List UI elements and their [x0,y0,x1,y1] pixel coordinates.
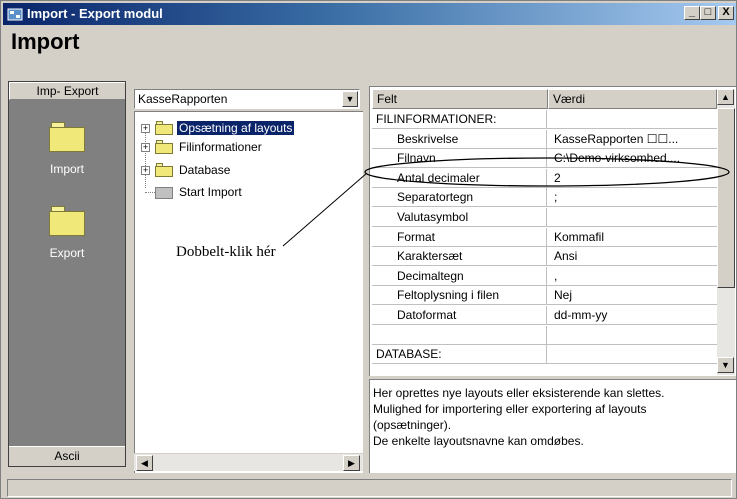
grid-cell-field: Decimaltegn [372,266,547,286]
scroll-right-icon[interactable]: ▶ [343,455,360,471]
status-bar [7,479,732,497]
grid-cell-field: Antal decimaler [372,168,547,188]
folder-icon [155,121,173,135]
grid-cell-value[interactable]: Nej [548,286,717,305]
folder-icon [49,206,85,236]
dropdown-arrow-icon[interactable]: ▼ [342,91,358,107]
grid-cell-value[interactable]: dd-mm-yy [548,306,717,325]
layout-select-value: KasseRapporten [138,92,228,106]
grid-cell-field: Karaktersæt [372,247,547,267]
grid-cell-value[interactable] [548,208,717,227]
grid-row[interactable]: Beskrivelse KasseRapporten ☐☐... [372,129,717,149]
expand-icon[interactable]: + [141,124,150,133]
grid-cell-value[interactable] [548,326,717,345]
grid-cell-field: Feltoplysning i filen [372,286,547,306]
grid-cell-value[interactable]: Kommafil [548,228,717,247]
tree-item-label: Filinformationer [179,140,262,154]
grid-row[interactable]: Feltoplysning i filen Nej [372,286,717,306]
grid-row[interactable]: Valutasymbol [372,208,717,227]
grid-cell-field: FILINFORMATIONER: [372,110,547,129]
title-bar[interactable]: Import - Export modul _ □ X [3,3,736,25]
folder-icon [155,140,173,154]
grid-cell-value[interactable]: C:\Demo-virksomhed.... [548,149,717,168]
grid-row[interactable]: DATABASE: [372,345,717,365]
column-header-felt[interactable]: Felt [372,89,548,109]
tree-item-label: Opsætning af layouts [175,120,296,136]
grid-cell-value[interactable]: KasseRapporten ☐☐... [548,130,717,149]
window-title: Import - Export modul [27,6,163,21]
description-line: (opsætninger). [373,418,452,432]
tree-connector [145,130,146,188]
grid-cell-value[interactable] [548,110,717,129]
grid-row[interactable]: Filnavn C:\Demo-virksomhed.... [372,149,717,169]
expand-icon[interactable]: + [141,143,150,152]
minimize-button[interactable]: _ [684,6,700,20]
app-icon [7,8,23,21]
grid-row[interactable]: Separatortegn; [372,188,717,208]
sidebar-item-label: Import [49,162,84,176]
grid-row[interactable]: FILINFORMATIONER: [372,110,717,129]
tree-item-label: Start Import [179,185,242,199]
grid-cell-field: Valutasymbol [372,208,547,227]
grid-cell-field: Separatortegn [372,188,547,208]
grid-cell-field: Format [372,227,547,247]
annotation-text: Dobbelt-klik hér [176,244,276,260]
tree-item-label: Database [179,163,231,177]
grid-cell-field: Beskrivelse [372,129,547,149]
scroll-thumb[interactable] [717,108,735,288]
description-panel: Her oprettes nye layouts eller eksistere… [369,379,736,473]
grid-cell-value[interactable] [548,345,717,364]
expand-icon[interactable]: + [141,166,150,175]
layout-select[interactable]: KasseRapporten ▼ [134,89,360,109]
folder-icon [49,122,85,152]
sidebar-item-export[interactable]: Export [9,206,125,260]
grid-row[interactable] [372,325,717,345]
document-icon [155,187,173,199]
description-line: Her oprettes nye layouts eller eksistere… [373,386,665,400]
sidebar-footer-ascii-button[interactable]: Ascii [9,446,125,466]
grid-cell-field: Filnavn [372,149,547,169]
maximize-button[interactable]: □ [700,6,716,20]
folder-icon [155,163,173,177]
scroll-left-icon[interactable]: ◀ [136,455,153,471]
tree-horizontal-scrollbar[interactable]: ◀ ▶ [134,453,363,471]
close-button[interactable]: X [718,6,734,20]
description-line: Mulighed for importering eller exporteri… [373,402,647,416]
property-grid: Felt Værdi FILINFORMATIONER: Beskrivelse K… [369,86,736,376]
sidebar-header-button[interactable]: Imp- Export [9,82,125,100]
grid-cell-value[interactable]: , [548,267,717,286]
scroll-up-icon[interactable]: ▲ [717,89,734,105]
grid-row[interactable]: Datoformat dd-mm-yy [372,306,717,325]
tree-view[interactable]: + Opsætning af layouts + Filinformatione… [134,111,363,473]
grid-cell-value[interactable]: Ansi [548,247,717,266]
page-title: Import [11,29,80,54]
import-export-window: Import - Export modul _ □ X Import Imp- … [0,0,737,499]
grid-cell-field [372,325,547,345]
sidebar-item-import[interactable]: Import [9,122,125,176]
module-sidebar: Imp- Export Import Export Ascii [8,81,126,467]
grid-cell-value[interactable]: ; [548,188,717,207]
grid-row[interactable]: Antal decimaler 2 [372,168,717,188]
column-header-vaerdi[interactable]: Værdi [548,89,717,109]
description-line: De enkelte layoutsnavne kan omdøbes. [373,434,584,448]
grid-cell-field: DATABASE: [372,345,547,365]
scroll-down-icon[interactable]: ▼ [717,357,734,373]
grid-vertical-scrollbar[interactable]: ▲ ▼ [717,89,735,375]
grid-cell-value[interactable]: 2 [548,169,717,188]
sidebar-item-label: Export [49,246,85,260]
grid-row[interactable]: Format Kommafil [372,227,717,247]
grid-row[interactable]: Decimaltegn, [372,266,717,286]
grid-row[interactable]: Karaktersæt Ansi [372,247,717,267]
grid-cell-field: Datoformat [372,306,547,325]
